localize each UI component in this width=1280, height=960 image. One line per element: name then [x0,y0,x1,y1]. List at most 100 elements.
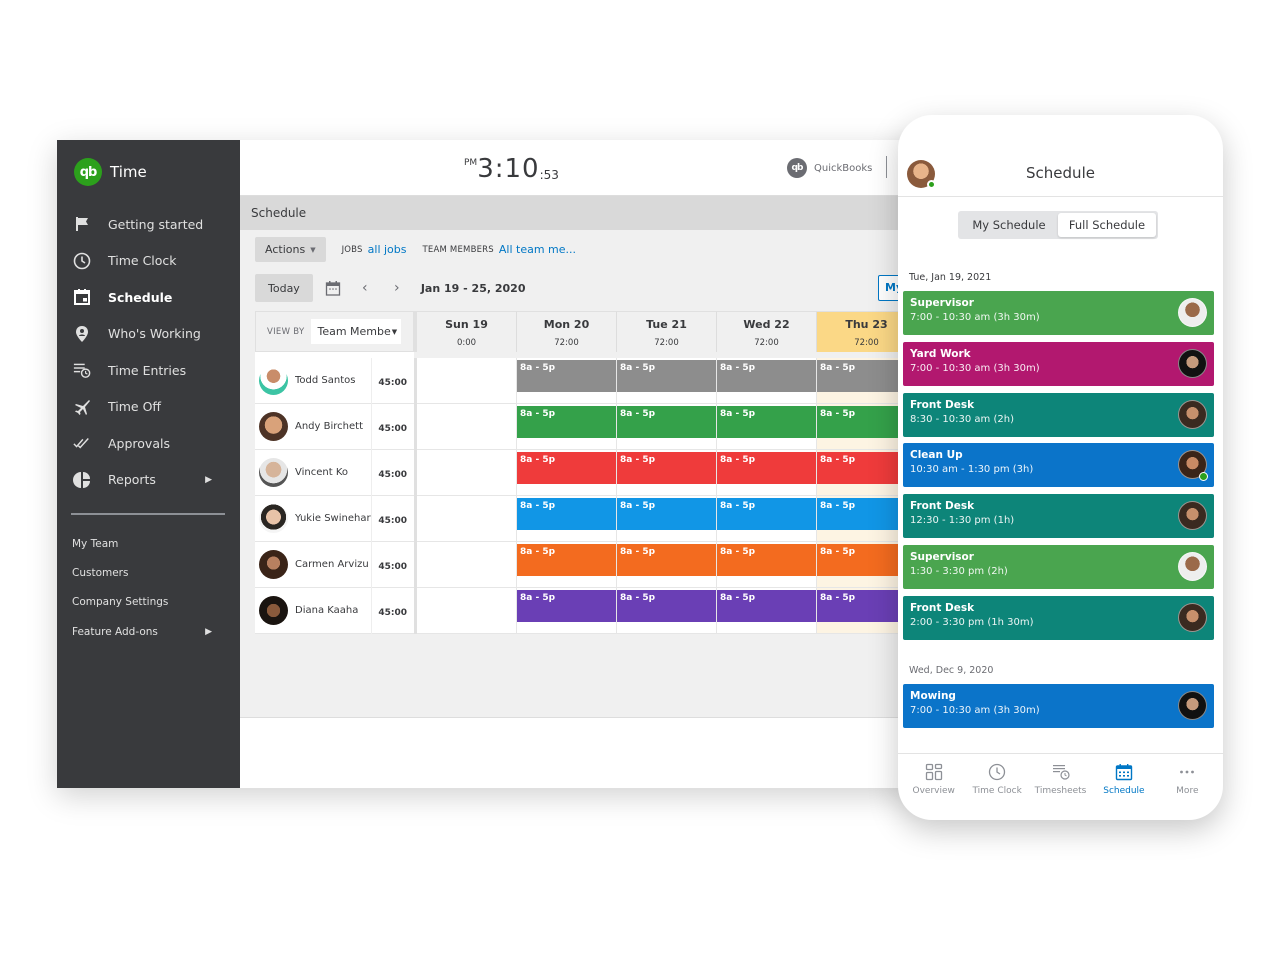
shift-block[interactable]: 8a - 5p [617,590,716,622]
team-members-filter-link[interactable]: All team me... [499,243,576,256]
chevron-right-icon: ▶ [205,626,212,637]
schedule-cell[interactable]: 8a - 5p [517,404,617,450]
tab-timesheets[interactable]: Timesheets [1029,754,1092,820]
shift-card[interactable]: Front Desk 8:30 - 10:30 am (2h) [903,392,1214,437]
shift-block[interactable]: 8a - 5p [717,590,816,622]
schedule-cell[interactable] [417,542,517,588]
team-member-cell[interactable]: Andy Birchett 45:00 [255,403,414,450]
sidebar-item-time-off[interactable]: Time Off [57,389,240,426]
schedule-cell[interactable]: 8a - 5p [617,358,717,404]
shift-block[interactable]: 8a - 5p [617,498,716,530]
team-member-cell[interactable]: Yukie Swinehart 45:00 [255,495,414,542]
quickbooks-link[interactable]: qb QuickBooks [787,158,872,178]
schedule-cell[interactable]: 8a - 5p [717,496,817,542]
sidebar-item-approvals[interactable]: Approvals [57,425,240,462]
timesheets-icon [1052,765,1070,780]
team-member-cell[interactable]: Todd Santos 45:00 [255,357,414,404]
schedule-cell[interactable]: 8a - 5p [517,542,617,588]
shift-block[interactable]: 8a - 5p [517,360,616,392]
team-member-cell[interactable]: Diana Kaaha 45:00 [255,587,414,634]
avatar [259,458,288,487]
shift-block[interactable]: 8a - 5p [617,360,716,392]
sidebar-item-time-clock[interactable]: Time Clock [57,243,240,280]
shift-card[interactable]: Clean Up 10:30 am - 1:30 pm (3h) [903,443,1214,488]
avatar [1178,602,1207,632]
actions-button[interactable]: Actions ▼ [255,237,326,262]
previous-week-button[interactable]: ‹ [357,280,373,296]
shift-card[interactable]: Yard Work 7:00 - 10:30 am (3h 30m) [903,341,1214,386]
time-entries-icon [73,361,91,379]
schedule-cell[interactable] [417,450,517,496]
tab-schedule[interactable]: Schedule [1092,754,1155,820]
schedule-cell[interactable]: 8a - 5p [617,588,717,634]
app-logo[interactable]: qb Time [74,158,147,186]
sidebar-item-time-entries[interactable]: Time Entries [57,352,240,389]
shift-block[interactable]: 8a - 5p [617,406,716,438]
shift-block[interactable]: 8a - 5p [517,544,616,576]
tab-label: More [1176,786,1199,796]
sidebar-item-label: My Team [72,537,119,550]
table-row: Todd Santos 45:00 8a - 5p 8a - 5p 8a - 5p 8… [255,357,917,404]
tab-my-schedule[interactable]: My Schedule [960,213,1058,237]
shift-card[interactable]: Supervisor 1:30 - 3:30 pm (2h) [903,545,1214,589]
shift-card[interactable]: Supervisor 7:00 - 10:30 am (3h 30m) [903,291,1214,335]
shift-block[interactable]: 8a - 5p [617,452,716,484]
sidebar-item-company-settings[interactable]: Company Settings [57,588,240,617]
schedule-cell[interactable]: 8a - 5p [717,404,817,450]
schedule-cell[interactable] [417,358,517,404]
sidebar-item-schedule[interactable]: Schedule [57,279,240,316]
schedule-cell[interactable]: 8a - 5p [717,542,817,588]
avatar [1178,399,1207,429]
schedule-cell[interactable]: 8a - 5p [517,588,617,634]
tab-full-schedule[interactable]: Full Schedule [1058,213,1156,237]
shift-card[interactable]: Front Desk 12:30 - 1:30 pm (1h) [903,494,1214,539]
tab-more[interactable]: More [1156,754,1219,820]
schedule-cell[interactable] [417,404,517,450]
schedule-cell[interactable] [417,496,517,542]
shift-card[interactable]: Mowing 7:00 - 10:30 am (3h 30m) [903,683,1214,728]
schedule-cell[interactable]: 8a - 5p [517,358,617,404]
calendar-picker-icon[interactable] [325,280,341,296]
sidebar-item-customers[interactable]: Customers [57,558,240,587]
shift-title: Yard Work [910,347,971,360]
jobs-filter-link[interactable]: all jobs [368,243,407,256]
schedule-cell[interactable]: 8a - 5p [717,358,817,404]
schedule-cell[interactable]: 8a - 5p [617,404,717,450]
shift-card[interactable]: Front Desk 2:00 - 3:30 pm (1h 30m) [903,595,1214,640]
schedule-cell[interactable]: 8a - 5p [617,450,717,496]
quickbooks-logo-icon: qb [74,158,102,186]
shift-block[interactable]: 8a - 5p [517,452,616,484]
next-week-button[interactable]: › [389,280,405,296]
today-button[interactable]: Today [255,274,313,302]
team-member-cell[interactable]: Carmen Arvizu 45:00 [255,541,414,588]
sidebar-item-getting-started[interactable]: Getting started [57,206,240,243]
shift-block[interactable]: 8a - 5p [717,406,816,438]
shift-block[interactable]: 8a - 5p [517,406,616,438]
schedule-cell[interactable]: 8a - 5p [717,588,817,634]
member-rows: Todd Santos 45:00 8a - 5p 8a - 5p 8a - 5p 8… [255,357,917,634]
shift-block[interactable]: 8a - 5p [517,498,616,530]
tab-overview[interactable]: Overview [902,754,965,820]
shift-block[interactable]: 8a - 5p [717,360,816,392]
shift-block[interactable]: 8a - 5p [717,544,816,576]
schedule-cell[interactable]: 8a - 5p [617,542,717,588]
shift-block[interactable]: 8a - 5p [617,544,716,576]
sidebar-item-whos-working[interactable]: Who's Working [57,316,240,353]
sidebar-item-my-team[interactable]: My Team [57,529,240,558]
sidebar-item-reports[interactable]: Reports ▶ [57,462,240,499]
mobile-app: Schedule My Schedule Full Schedule Tue, … [898,115,1223,820]
sidebar-item-feature-add-ons[interactable]: Feature Add-ons ▶ [57,617,240,646]
shift-title: Mowing [910,689,956,702]
top-bar: PM 3:10 :53 qb QuickBooks [240,140,917,196]
schedule-cell[interactable]: 8a - 5p [517,496,617,542]
schedule-cell[interactable]: 8a - 5p [617,496,717,542]
view-by-select[interactable]: Team Membe ▼ [311,319,402,344]
shift-block[interactable]: 8a - 5p [517,590,616,622]
shift-block[interactable]: 8a - 5p [717,452,816,484]
schedule-cell[interactable]: 8a - 5p [517,450,617,496]
schedule-cell[interactable]: 8a - 5p [717,450,817,496]
tab-time-clock[interactable]: Time Clock [965,754,1028,820]
shift-block[interactable]: 8a - 5p [717,498,816,530]
team-member-cell[interactable]: Vincent Ko 45:00 [255,449,414,496]
schedule-cell[interactable] [417,588,517,634]
